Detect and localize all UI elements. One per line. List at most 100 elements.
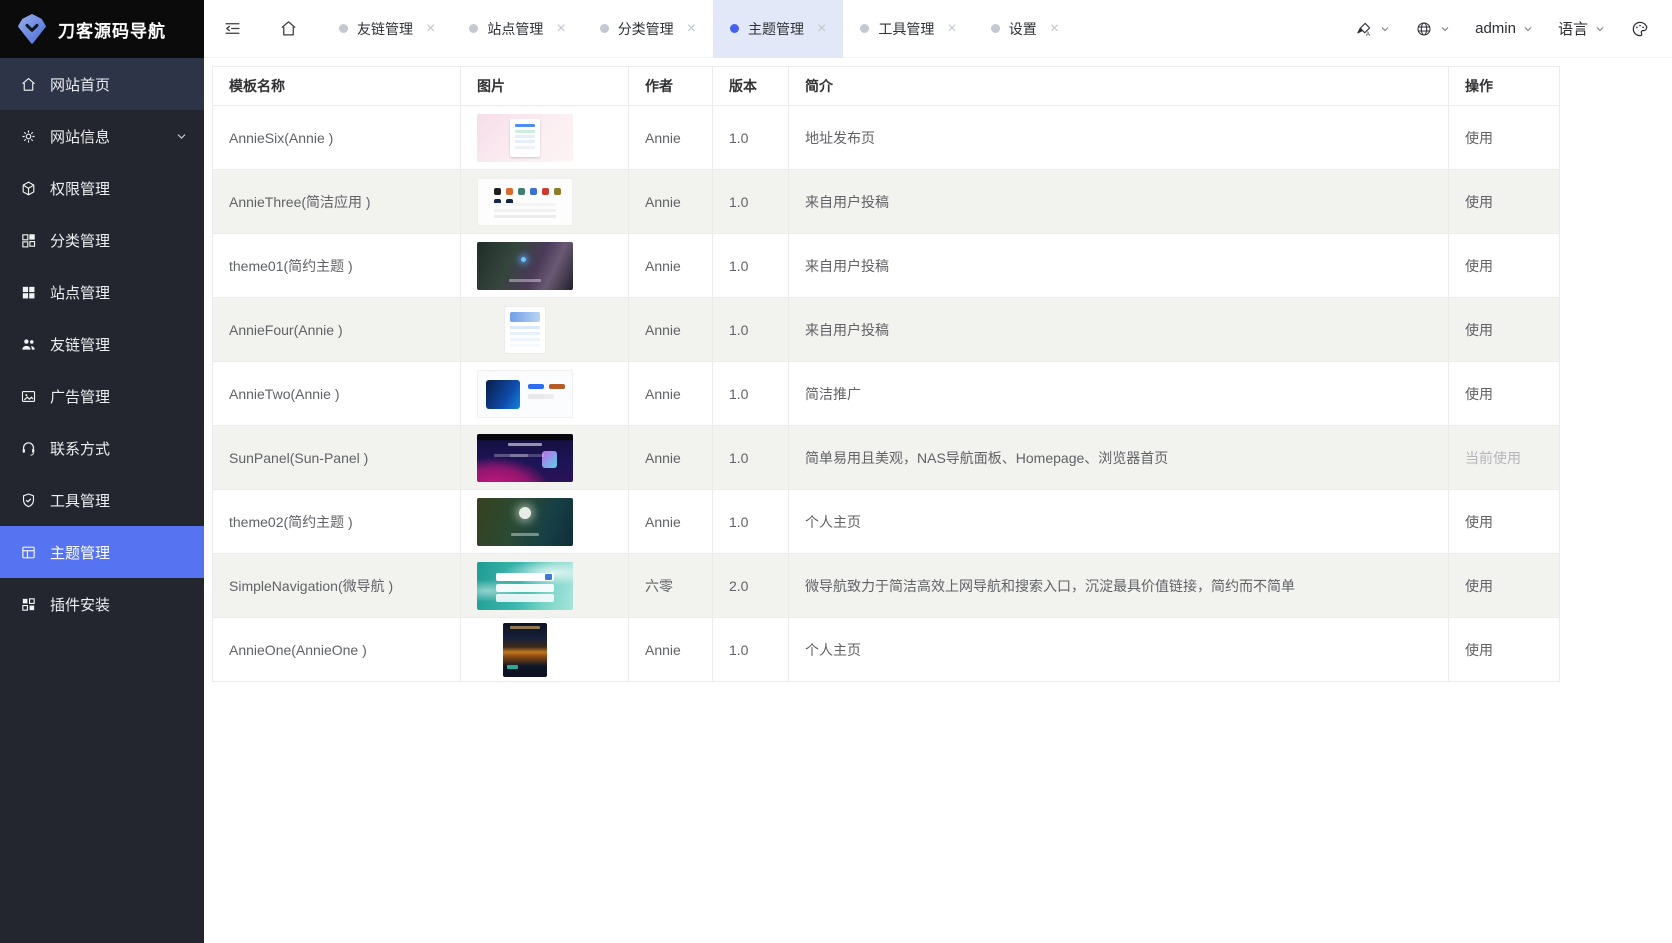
- column-header: 简介: [788, 66, 1448, 106]
- template-version-text: 1.0: [729, 386, 748, 402]
- template-name: AnnieThree(简洁应用 ): [212, 170, 460, 234]
- template-description: 来自用户投稿: [788, 234, 1448, 298]
- sidebar-item-ads[interactable]: 广告管理: [0, 370, 204, 422]
- use-button[interactable]: 使用: [1465, 128, 1493, 148]
- topbar: 友链管理×站点管理×分类管理×主题管理×工具管理×设置× A: [204, 0, 1672, 58]
- template-thumbnail-cell: [460, 426, 628, 490]
- tab-label: 分类管理: [618, 19, 674, 39]
- tab-close-icon[interactable]: ×: [947, 21, 956, 37]
- use-button[interactable]: 使用: [1465, 576, 1493, 596]
- template-author: 六零: [628, 554, 712, 618]
- template-name: AnnieSix(Annie ): [212, 106, 460, 170]
- tab-close-icon[interactable]: ×: [556, 21, 565, 37]
- template-thumbnail-cell: [460, 554, 628, 618]
- template-description: 简洁推广: [788, 362, 1448, 426]
- tab-sites[interactable]: 站点管理×: [452, 0, 582, 58]
- sidebar-item-sites[interactable]: 站点管理: [0, 266, 204, 318]
- topbar-right: A: [1355, 18, 1672, 39]
- table-row: SimpleNavigation(微导航 )六零2.0微导航致力于简洁高效上网导…: [212, 554, 1560, 618]
- sidebar-item-plugins[interactable]: 插件安装: [0, 578, 204, 630]
- template-author: Annie: [628, 618, 712, 682]
- table-row: AnnieFour(Annie )Annie1.0来自用户投稿使用: [212, 298, 1560, 362]
- sidebar-menu: 网站首页网站信息权限管理分类管理站点管理友链管理广告管理联系方式工具管理主题管理…: [0, 58, 204, 943]
- use-button[interactable]: 使用: [1465, 384, 1493, 404]
- home-icon[interactable]: [276, 17, 300, 41]
- brand-gem-icon: [16, 13, 48, 45]
- use-button[interactable]: 使用: [1465, 256, 1493, 276]
- template-author-text: Annie: [645, 258, 681, 274]
- template-name: AnnieOne(AnnieOne ): [212, 618, 460, 682]
- templates-table: 模板名称图片作者版本简介操作 AnnieSix(Annie )Annie1.0地…: [212, 66, 1560, 682]
- sidebar-item-tools[interactable]: 工具管理: [0, 474, 204, 526]
- template-version: 1.0: [712, 170, 788, 234]
- chevron-down-icon: [1439, 23, 1451, 35]
- template-version: 1.0: [712, 234, 788, 298]
- chevron-down-icon: [1379, 23, 1391, 35]
- template-version: 1.0: [712, 298, 788, 362]
- tab-label: 主题管理: [748, 19, 804, 39]
- tab-friend-links[interactable]: 友链管理×: [322, 0, 452, 58]
- template-author-text: Annie: [645, 194, 681, 210]
- template-thumbnail-cell: [460, 106, 628, 170]
- tab-close-icon[interactable]: ×: [687, 21, 696, 37]
- template-author: Annie: [628, 234, 712, 298]
- language-dropdown[interactable]: 语言: [1558, 18, 1606, 39]
- sidebar-item-contact[interactable]: 联系方式: [0, 422, 204, 474]
- template-description-text: 来自用户投稿: [805, 256, 889, 276]
- tab-status-dot: [339, 24, 348, 33]
- template-author-text: Annie: [645, 642, 681, 658]
- plugin-icon: [20, 596, 37, 613]
- sidebar-item-site-info[interactable]: 网站信息: [0, 110, 204, 162]
- collapse-sidebar-icon[interactable]: [220, 17, 244, 41]
- chevron-down-icon: [1594, 23, 1606, 35]
- tab-close-icon[interactable]: ×: [817, 21, 826, 37]
- layout-icon: [20, 544, 37, 561]
- template-name: SimpleNavigation(微导航 ): [212, 554, 460, 618]
- sidebar-item-themes[interactable]: 主题管理: [0, 526, 204, 578]
- tab-themes[interactable]: 主题管理 ×: [713, 0, 843, 58]
- template-thumbnail-cell: [460, 490, 628, 554]
- use-button[interactable]: 使用: [1465, 320, 1493, 340]
- sidebar-item-label: 分类管理: [50, 230, 110, 251]
- template-description: 微导航致力于简洁高效上网导航和搜索入口，沉淀最具价值链接，简约而不简单: [788, 554, 1448, 618]
- sidebar-item-permissions[interactable]: 权限管理: [0, 162, 204, 214]
- template-name-text: AnnieTwo(Annie ): [229, 386, 340, 402]
- use-button[interactable]: 使用: [1465, 512, 1493, 532]
- tab-close-icon[interactable]: ×: [426, 21, 435, 37]
- table-row: theme01(简约主题 )Annie1.0来自用户投稿使用: [212, 234, 1560, 298]
- skin-dropdown[interactable]: A: [1355, 20, 1391, 38]
- tab-categories[interactable]: 分类管理 ×: [583, 0, 713, 58]
- sidebar-item-categories[interactable]: 分类管理: [0, 214, 204, 266]
- admin-dropdown[interactable]: admin: [1475, 20, 1534, 37]
- tab-settings[interactable]: 设置 ×: [974, 0, 1076, 58]
- template-version: 1.0: [712, 362, 788, 426]
- table-row: AnnieSix(Annie )Annie1.0地址发布页使用: [212, 106, 1560, 170]
- template-description-text: 来自用户投稿: [805, 192, 889, 212]
- palette-icon[interactable]: [1630, 19, 1650, 39]
- table-row: AnnieTwo(Annie )Annie1.0简洁推广使用: [212, 362, 1560, 426]
- template-description-text: 简单易用且美观，NAS导航面板、Homepage、浏览器首页: [805, 448, 1168, 468]
- thumbnail-wrapper: [477, 178, 573, 226]
- tab-status-dot: [469, 24, 478, 33]
- tab-label: 设置: [1009, 19, 1037, 39]
- template-action-cell: 使用: [1448, 362, 1560, 426]
- brand[interactable]: 刀客源码导航: [0, 0, 204, 58]
- sidebar-item-friend-links[interactable]: 友链管理: [0, 318, 204, 370]
- template-action-cell: 当前使用: [1448, 426, 1560, 490]
- sidebar-item-home[interactable]: 网站首页: [0, 58, 204, 110]
- tab-tools[interactable]: 工具管理×: [843, 0, 973, 58]
- tab-close-icon[interactable]: ×: [1050, 21, 1059, 37]
- template-version: 1.0: [712, 490, 788, 554]
- template-description: 个人主页: [788, 490, 1448, 554]
- template-action-cell: 使用: [1448, 234, 1560, 298]
- globe-dropdown[interactable]: [1415, 20, 1451, 38]
- template-name-text: AnnieSix(Annie ): [229, 130, 333, 146]
- table-row: theme02(简约主题 )Annie1.0个人主页使用: [212, 490, 1560, 554]
- language-label: 语言: [1558, 18, 1588, 39]
- template-thumbnail-image: [477, 178, 573, 226]
- template-version: 1.0: [712, 426, 788, 490]
- main-area: 友链管理×站点管理×分类管理×主题管理×工具管理×设置× A: [204, 0, 1672, 943]
- sidebar-item-label: 权限管理: [50, 178, 110, 199]
- use-button[interactable]: 使用: [1465, 640, 1493, 660]
- use-button[interactable]: 使用: [1465, 192, 1493, 212]
